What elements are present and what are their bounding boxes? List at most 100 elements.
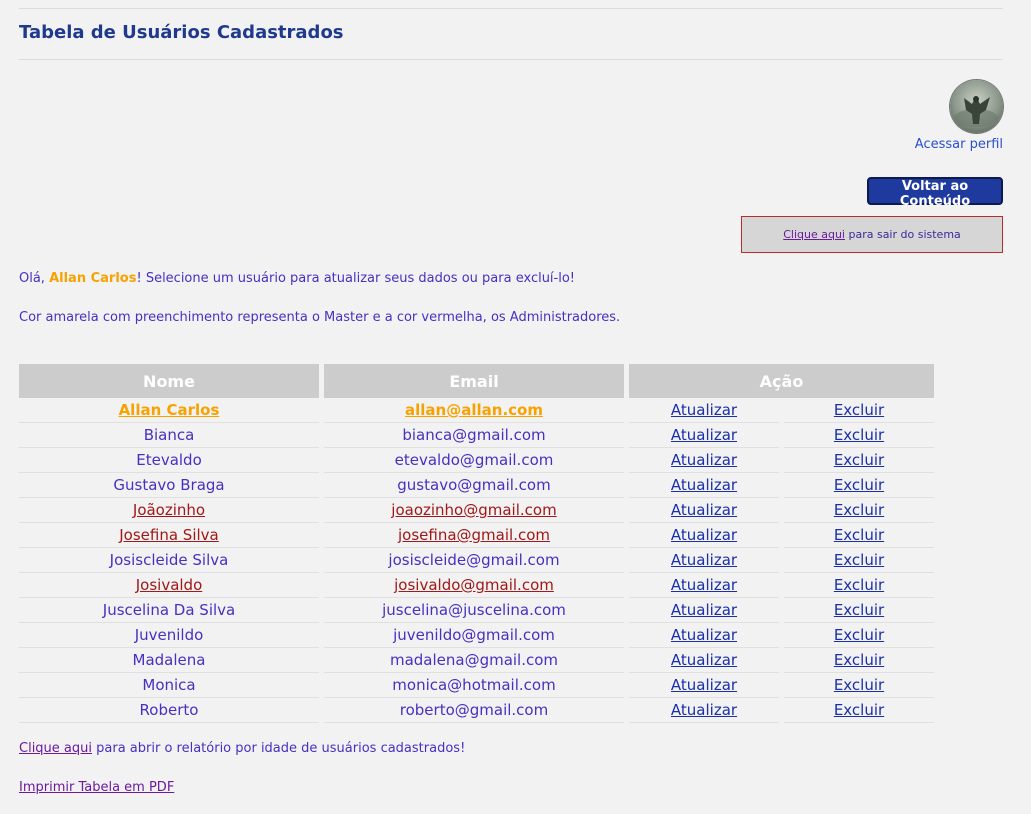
- print-pdf-link[interactable]: Imprimir Tabela em PDF: [19, 780, 174, 795]
- update-link[interactable]: Atualizar: [671, 676, 737, 694]
- cell-update: Atualizar: [629, 398, 779, 423]
- cell-update: Atualizar: [629, 423, 779, 448]
- cell-email: juscelina@juscelina.com: [324, 598, 624, 623]
- cell-email: josivaldo@gmail.com: [324, 573, 624, 598]
- report-text: para abrir o relatório por idade de usuá…: [92, 741, 466, 756]
- table-row: Juvenildo juvenildo@gmail.com Atualizar Exc…: [19, 623, 934, 648]
- gargoyle-avatar-icon: [954, 96, 998, 127]
- logout-link[interactable]: Clique aqui: [783, 228, 845, 241]
- cell-delete: Excluir: [784, 398, 934, 423]
- delete-link[interactable]: Excluir: [834, 401, 884, 419]
- table-row: Joãozinho joaozinho@gmail.com Atualizar Exc…: [19, 498, 934, 523]
- report-line: Clique aqui para abrir o relatório por i…: [19, 741, 465, 756]
- color-legend-note: Cor amarela com preenchimento representa…: [19, 310, 621, 325]
- avatar[interactable]: [950, 80, 1003, 133]
- table-row: Bianca bianca@gmail.com Atualizar Excluir: [19, 423, 934, 448]
- greeting-suffix: ! Selecione um usuário para atualizar se…: [136, 271, 576, 286]
- update-link[interactable]: Atualizar: [671, 451, 737, 469]
- table-row: Monica monica@hotmail.com Atualizar Excluir: [19, 673, 934, 698]
- cell-delete: Excluir: [784, 523, 934, 548]
- cell-name: Etevaldo: [19, 448, 319, 473]
- cell-name: Juvenildo: [19, 623, 319, 648]
- delete-link[interactable]: Excluir: [834, 626, 884, 644]
- users-table: Nome Email Ação Allan Carlos allan@allan.…: [14, 364, 939, 723]
- delete-link[interactable]: Excluir: [834, 551, 884, 569]
- user-email: roberto@gmail.com: [399, 701, 549, 719]
- cell-name: Bianca: [19, 423, 319, 448]
- update-link[interactable]: Atualizar: [671, 651, 737, 669]
- cell-delete: Excluir: [784, 473, 934, 498]
- update-link[interactable]: Atualizar: [671, 551, 737, 569]
- update-link[interactable]: Atualizar: [671, 626, 737, 644]
- cell-email: monica@hotmail.com: [324, 673, 624, 698]
- delete-link[interactable]: Excluir: [834, 601, 884, 619]
- delete-link[interactable]: Excluir: [834, 476, 884, 494]
- greeting: Olá, Allan Carlos! Selecione um usuário …: [19, 271, 575, 286]
- cell-update: Atualizar: [629, 548, 779, 573]
- cell-delete: Excluir: [784, 498, 934, 523]
- cell-update: Atualizar: [629, 598, 779, 623]
- back-to-content-button[interactable]: Voltar ao Conteúdo: [867, 177, 1003, 209]
- user-email: joaozinho@gmail.com: [391, 501, 557, 519]
- delete-link[interactable]: Excluir: [834, 426, 884, 444]
- cell-email: gustavo@gmail.com: [324, 473, 624, 498]
- user-name: Josefina Silva: [119, 526, 219, 544]
- update-link[interactable]: Atualizar: [671, 426, 737, 444]
- delete-link[interactable]: Excluir: [834, 676, 884, 694]
- cell-delete: Excluir: [784, 423, 934, 448]
- cell-delete: Excluir: [784, 698, 934, 723]
- cell-email: etevaldo@gmail.com: [324, 448, 624, 473]
- delete-link[interactable]: Excluir: [834, 451, 884, 469]
- column-header-action: Ação: [629, 364, 934, 398]
- page: Tabela de Usuários Cadastrados Acessar p…: [0, 0, 1031, 814]
- cell-email: madalena@gmail.com: [324, 648, 624, 673]
- top-divider: [19, 8, 1003, 9]
- cell-name: Roberto: [19, 698, 319, 723]
- cell-name: Juscelina Da Silva: [19, 598, 319, 623]
- update-link[interactable]: Atualizar: [671, 501, 737, 519]
- cell-update: Atualizar: [629, 498, 779, 523]
- update-link[interactable]: Atualizar: [671, 401, 737, 419]
- user-email: juvenildo@gmail.com: [393, 626, 555, 644]
- user-name: Juscelina Da Silva: [102, 601, 236, 619]
- delete-link[interactable]: Excluir: [834, 651, 884, 669]
- table-row: Juscelina Da Silva juscelina@juscelina.co…: [19, 598, 934, 623]
- user-name: Monica: [142, 676, 196, 694]
- cell-email: josiscleide@gmail.com: [324, 548, 624, 573]
- greeting-prefix: Olá,: [19, 271, 50, 286]
- cell-update: Atualizar: [629, 673, 779, 698]
- page-title: Tabela de Usuários Cadastrados: [19, 22, 344, 43]
- cell-email: allan@allan.com: [324, 398, 624, 423]
- cell-delete: Excluir: [784, 573, 934, 598]
- column-header-email: Email: [324, 364, 624, 398]
- user-name: Etevaldo: [136, 451, 202, 469]
- user-email: monica@hotmail.com: [392, 676, 556, 694]
- delete-link[interactable]: Excluir: [834, 526, 884, 544]
- delete-link[interactable]: Excluir: [834, 701, 884, 719]
- age-report-link[interactable]: Clique aqui: [19, 741, 92, 756]
- user-email: allan@allan.com: [405, 401, 543, 419]
- cell-email: juvenildo@gmail.com: [324, 623, 624, 648]
- cell-name: Gustavo Braga: [19, 473, 319, 498]
- cell-delete: Excluir: [784, 548, 934, 573]
- cell-name: Madalena: [19, 648, 319, 673]
- table-row: Josefina Silva josefina@gmail.com Atualiza…: [19, 523, 934, 548]
- table-row: Gustavo Braga gustavo@gmail.com Atualizar E…: [19, 473, 934, 498]
- update-link[interactable]: Atualizar: [671, 701, 737, 719]
- column-header-name: Nome: [19, 364, 319, 398]
- user-name: Madalena: [132, 651, 206, 669]
- update-link[interactable]: Atualizar: [671, 601, 737, 619]
- delete-link[interactable]: Excluir: [834, 501, 884, 519]
- profile-link[interactable]: Acessar perfil: [915, 137, 1003, 152]
- user-email: madalena@gmail.com: [389, 651, 559, 669]
- update-link[interactable]: Atualizar: [671, 576, 737, 594]
- logout-text: para sair do sistema: [844, 228, 961, 241]
- cell-email: josefina@gmail.com: [324, 523, 624, 548]
- cell-email: roberto@gmail.com: [324, 698, 624, 723]
- cell-name: Joãozinho: [19, 498, 319, 523]
- update-link[interactable]: Atualizar: [671, 476, 737, 494]
- user-name: Bianca: [143, 426, 195, 444]
- delete-link[interactable]: Excluir: [834, 576, 884, 594]
- cell-delete: Excluir: [784, 623, 934, 648]
- update-link[interactable]: Atualizar: [671, 526, 737, 544]
